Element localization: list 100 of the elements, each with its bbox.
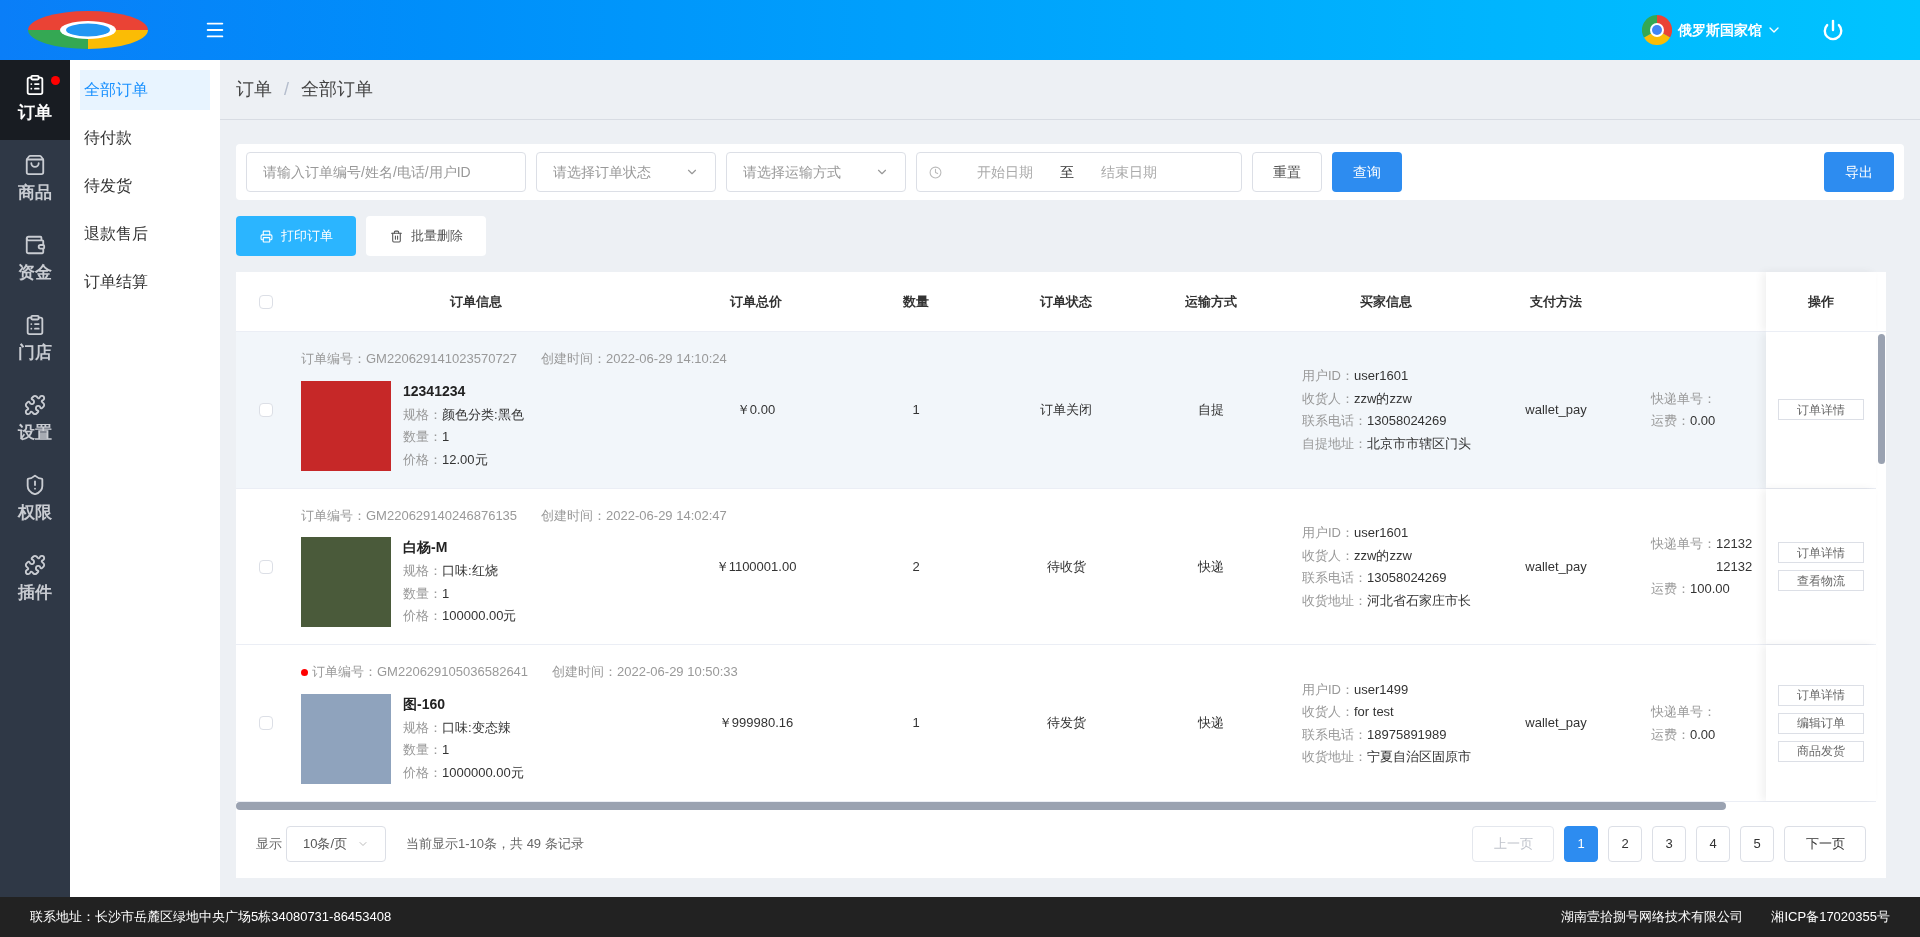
horizontal-scrollbar[interactable] (236, 802, 1726, 810)
order-total: ￥1100001.00 (715, 557, 797, 576)
product-spec: 规格：颜色分类:黑色 (403, 405, 524, 424)
column-header: 买家信息 (1360, 293, 1412, 312)
order-quantity: 2 (912, 557, 920, 576)
column-header: 数量 (903, 293, 929, 312)
buyer-info: 自提地址：北京市市辖区门头 (1302, 434, 1472, 453)
nav-item[interactable]: 订单 (0, 60, 70, 140)
product-name: 图-160 (403, 694, 447, 714)
row-action-button[interactable]: 订单详情 (1778, 542, 1864, 563)
submenu-item[interactable]: 待付款 (80, 118, 210, 158)
breadcrumb-item: 全部订单 (301, 78, 373, 101)
tracking-label: 快递单号： (1651, 703, 1716, 722)
nav-item[interactable]: 门店 (0, 300, 70, 380)
product-name: 12341234 (403, 381, 467, 401)
order-number: 订单编号：GM220629141023570727 (301, 350, 518, 369)
row-action-button[interactable]: 订单详情 (1778, 684, 1864, 706)
freight: 运费：0.00 (1651, 725, 1717, 744)
trash-icon (389, 229, 403, 243)
contact-address: 联系地址：长沙市岳麓区绿地中央广场5栋34080731-86453408 (30, 908, 392, 927)
row-checkbox[interactable] (259, 716, 273, 731)
column-header: 支付方法 (1530, 293, 1582, 312)
bag-icon (24, 154, 46, 177)
logo-icon (26, 10, 150, 50)
order-total: ￥0.00 (736, 401, 776, 420)
buyer-info: 用户ID：user1499 (1302, 680, 1410, 699)
page-button[interactable]: 2 (1608, 826, 1642, 862)
order-status: 待发货 (1046, 714, 1086, 733)
select-all-checkbox[interactable] (259, 295, 273, 309)
clipboard-icon (24, 74, 46, 97)
created-time: 创建时间：2022-06-29 14:10:24 (541, 350, 727, 369)
nav-item[interactable]: 商品 (0, 140, 70, 220)
column-header: 操作 (1808, 293, 1834, 312)
page-button[interactable]: 5 (1740, 826, 1774, 862)
date-range-field[interactable]: 开始日期 至 结束日期 (916, 152, 1242, 192)
freight: 运费：0.00 (1651, 412, 1717, 431)
row-action-button[interactable]: 商品发货 (1778, 740, 1864, 762)
nav-item[interactable]: 权限 (0, 460, 70, 540)
row-action-button[interactable]: 编辑订单 (1778, 712, 1864, 734)
shipping-method: 自提 (1198, 401, 1224, 420)
order-status: 待收货 (1046, 557, 1086, 576)
submenu-item[interactable]: 待发货 (80, 166, 210, 206)
row-action-button[interactable]: 订单详情 (1778, 399, 1864, 421)
shield-icon (24, 474, 46, 497)
buyer-info: 用户ID：user1601 (1302, 367, 1410, 386)
page-size-select[interactable]: 10条/页 (286, 826, 386, 862)
payment-method: wallet_pay (1525, 557, 1587, 576)
column-header: 订单状态 (1040, 293, 1092, 312)
order-status: 订单关闭 (1040, 401, 1092, 420)
product-spec: 规格：口味:变态辣 (403, 718, 512, 737)
buyer-info: 用户ID：user1601 (1302, 524, 1410, 542)
start-date-field[interactable]: 开始日期 (950, 161, 1060, 183)
submenu-item[interactable]: 退款售后 (80, 214, 210, 254)
submenu-item[interactable]: 订单结算 (80, 262, 210, 302)
buyer-info: 联系电话：13058024269 (1302, 569, 1448, 587)
shipping-method: 快递 (1198, 557, 1224, 576)
nav-item[interactable]: 资金 (0, 220, 70, 300)
avatar-icon[interactable] (1642, 15, 1672, 45)
puzzle-icon (24, 394, 46, 417)
product-quantity: 数量：1 (403, 584, 451, 603)
order-quantity: 1 (912, 401, 920, 420)
buyer-info: 收货人：zzw的zzw (1302, 546, 1413, 565)
order-number: 订单编号：GM220629105036582641 (312, 663, 529, 682)
nav-item[interactable]: 设置 (0, 380, 70, 460)
action-button[interactable]: 批量删除 (366, 216, 486, 256)
breadcrumb-separator: / (284, 78, 289, 101)
row-action-button[interactable]: 查看物流 (1778, 570, 1864, 591)
breadcrumb-item[interactable]: 订单 (236, 76, 272, 103)
next-page-button[interactable]: 下一页 (1784, 826, 1866, 862)
product-price: 价格：12.00元 (403, 450, 489, 469)
buyer-info: 收货人：for test (1302, 703, 1395, 722)
tracking-label: 快递单号： (1651, 389, 1716, 408)
search-field[interactable]: 请输入订单编号/姓名/电话/用户ID (246, 152, 526, 192)
tracking-label: 快递单号： (1651, 535, 1716, 554)
clipboard-icon (24, 314, 46, 337)
buyer-info: 收货地址：宁夏自治区固原市 (1302, 748, 1472, 767)
nav-item[interactable]: 插件 (0, 540, 70, 620)
company-name: 湖南壹拾捌号网络技术有限公司 (1561, 908, 1744, 927)
page-size-label: 显示 (256, 835, 282, 854)
freight: 运费：100.00 (1651, 580, 1731, 599)
page-button[interactable]: 4 (1696, 826, 1730, 862)
wallet-icon (24, 234, 46, 257)
buyer-info: 收货人：zzw的zzw (1302, 389, 1413, 408)
order-number: 订单编号：GM220629140246876135 (301, 506, 518, 525)
row-checkbox[interactable] (259, 402, 273, 417)
product-spec: 规格：口味:红烧 (403, 562, 499, 581)
product-name: 白杨-M (403, 538, 449, 558)
end-date-field[interactable]: 结束日期 (1074, 161, 1184, 183)
product-quantity: 数量：1 (403, 741, 451, 760)
order-quantity: 1 (912, 714, 920, 733)
created-time: 创建时间：2022-06-29 14:02:47 (541, 506, 727, 525)
column-header: 运输方式 (1185, 293, 1237, 312)
date-separator: 至 (1060, 162, 1074, 182)
row-checkbox[interactable] (259, 559, 273, 574)
power-icon[interactable] (1822, 19, 1844, 41)
icp-number: 湘ICP备17020355号 (1771, 908, 1890, 927)
page-button[interactable]: 3 (1652, 826, 1686, 862)
reset-button[interactable]: 重置 (1252, 152, 1322, 192)
record-summary: 当前显示1-10条，共 49 条记录 (406, 835, 584, 854)
column-header: 订单信息 (450, 293, 502, 312)
